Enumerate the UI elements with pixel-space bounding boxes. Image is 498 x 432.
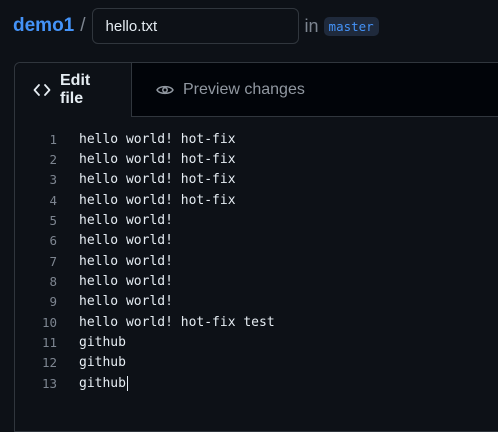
repo-link[interactable]: demo1 bbox=[13, 15, 74, 37]
eye-icon bbox=[156, 85, 174, 94]
line-number: 5 bbox=[49, 212, 57, 228]
line-number: 11 bbox=[41, 334, 57, 350]
line-content[interactable]: hello world! hot-fix bbox=[79, 172, 236, 187]
filename-input[interactable] bbox=[91, 8, 299, 44]
tab-preview-changes[interactable]: Preview changes bbox=[132, 63, 323, 116]
line-number: 10 bbox=[41, 314, 57, 330]
branch-badge: master bbox=[323, 16, 379, 36]
code-icon bbox=[33, 84, 51, 96]
code-area[interactable]: 1 hello world! hot-fix 2 hello world! hot-f… bbox=[15, 117, 498, 393]
line-number: 8 bbox=[49, 273, 57, 289]
code-line[interactable]: 1 hello world! hot-fix bbox=[15, 129, 498, 149]
tab-edit-file[interactable]: Edit file bbox=[15, 63, 132, 117]
editor-tabbar: Edit file Preview changes bbox=[15, 63, 498, 117]
code-line[interactable]: 8 hello world! bbox=[15, 271, 498, 291]
line-number: 4 bbox=[49, 192, 57, 208]
in-label: in bbox=[304, 15, 319, 36]
code-line[interactable]: 2 hello world! hot-fix bbox=[15, 149, 498, 169]
line-number: 13 bbox=[41, 375, 57, 391]
line-number: 12 bbox=[41, 355, 57, 371]
text-caret bbox=[126, 375, 128, 391]
line-content[interactable]: hello world! hot-fix test bbox=[79, 315, 275, 330]
line-number: 2 bbox=[49, 151, 57, 167]
line-content[interactable]: github bbox=[79, 335, 126, 350]
code-line[interactable]: 4 hello world! hot-fix bbox=[15, 190, 498, 210]
file-editor: Edit file Preview changes 1 hello world! … bbox=[14, 62, 498, 432]
line-content[interactable]: hello world! hot-fix bbox=[79, 132, 236, 147]
line-content[interactable]: hello world! bbox=[79, 233, 173, 248]
line-number: 7 bbox=[49, 253, 57, 269]
line-content[interactable]: hello world! hot-fix bbox=[79, 152, 236, 167]
line-content[interactable]: hello world! hot-fix bbox=[79, 193, 236, 208]
code-line[interactable]: 6 hello world! bbox=[15, 231, 498, 251]
code-line[interactable]: 11 github bbox=[15, 332, 498, 352]
line-content[interactable]: github bbox=[79, 355, 126, 370]
line-number: 6 bbox=[49, 233, 57, 249]
line-content[interactable]: hello world! bbox=[79, 274, 173, 289]
code-line[interactable]: 10 hello world! hot-fix test bbox=[15, 312, 498, 332]
line-content[interactable]: github bbox=[79, 375, 128, 391]
code-line[interactable]: 5 hello world! bbox=[15, 210, 498, 230]
tab-preview-changes-label: Preview changes bbox=[183, 80, 305, 98]
line-number: 9 bbox=[49, 294, 57, 310]
line-content[interactable]: hello world! bbox=[79, 213, 173, 228]
tab-edit-file-label: Edit file bbox=[60, 72, 91, 107]
code-line[interactable]: 7 hello world! bbox=[15, 251, 498, 271]
breadcrumb: demo1 / in master bbox=[13, 8, 379, 44]
code-line[interactable]: 13 github bbox=[15, 373, 498, 393]
code-line[interactable]: 12 github bbox=[15, 353, 498, 373]
line-number: 1 bbox=[49, 131, 57, 147]
code-line[interactable]: 3 hello world! hot-fix bbox=[15, 170, 498, 190]
line-content[interactable]: hello world! bbox=[79, 294, 173, 309]
code-line[interactable]: 9 hello world! bbox=[15, 292, 498, 312]
breadcrumb-separator: / bbox=[80, 15, 86, 36]
line-content[interactable]: hello world! bbox=[79, 254, 173, 269]
line-number: 3 bbox=[49, 172, 57, 188]
